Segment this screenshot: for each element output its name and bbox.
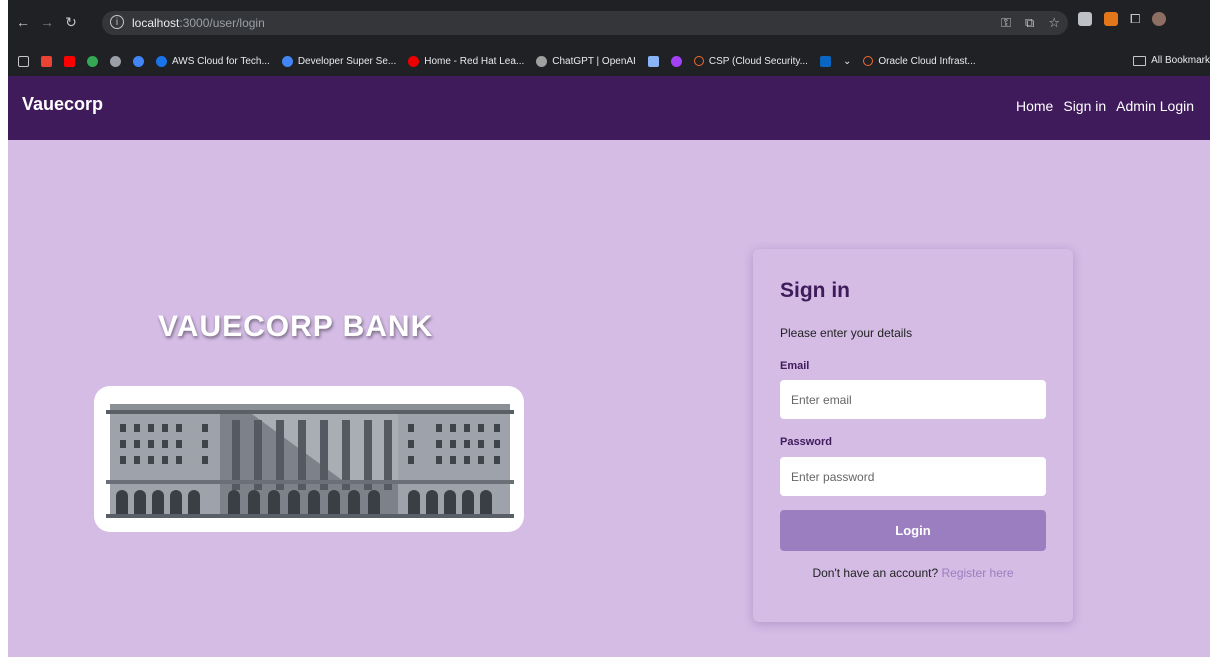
bookmark-developer[interactable]: Developer Super Se... [281,55,396,67]
key-icon[interactable]: ⚿ [1001,15,1011,31]
chevron-down-icon[interactable]: ⌄ [843,56,851,67]
avatar[interactable] [1152,12,1167,26]
brand-logo[interactable]: Vauecorp [22,94,103,115]
chrome-icon[interactable] [110,55,121,67]
browser-chrome: ← → ↻ i localhost:3000/user/login ⚿ ⧉ ☆ … [8,0,1210,76]
url-text: localhost:3000/user/login [132,16,265,30]
register-prompt: Don't have an account? Register here [753,566,1073,580]
nav-sign-in[interactable]: Sign in [1063,98,1106,114]
sign-in-card: Sign in Please enter your details Email … [753,249,1073,622]
apps-grid-icon[interactable] [18,55,29,67]
metamask-icon[interactable] [1104,12,1118,26]
password-label: Password [780,436,832,448]
all-bookmarks[interactable]: All Bookmark [1133,55,1210,66]
bookmark-chatgpt[interactable]: ChatGPT | OpenAI [536,55,636,67]
reload-icon[interactable]: ↻ [62,11,80,33]
c-icon[interactable] [133,55,144,67]
bookmark-redhat[interactable]: Home - Red Hat Lea... [408,55,524,67]
email-label: Email [780,360,810,372]
open-external-icon[interactable]: ⧉ [1025,15,1034,31]
puzzle-icon[interactable]: ⧠ [1130,11,1140,27]
star-icon[interactable]: ☆ [1048,15,1060,31]
login-button[interactable]: Login [780,510,1046,551]
forward-arrow-icon[interactable]: → [38,11,56,33]
extension-icon[interactable] [1078,12,1092,26]
bookmark-aws[interactable]: AWS Cloud for Tech... [156,55,270,67]
bank-building-illustration [94,386,524,532]
app-navbar: Vauecorp Home Sign in Admin Login [8,76,1210,140]
gmail-icon[interactable] [41,55,52,67]
nav-home[interactable]: Home [1016,98,1053,114]
password-field[interactable] [780,457,1046,496]
folder-icon [1133,55,1147,66]
register-link[interactable]: Register here [942,566,1014,580]
hero-title: VAUECORP BANK [158,310,434,343]
back-arrow-icon[interactable]: ← [14,11,32,33]
bookmark-icon[interactable] [670,55,682,67]
register-prompt-text: Don't have an account? [812,566,939,580]
linkedin-icon[interactable] [819,55,831,67]
bookmark-csp[interactable]: CSP (Cloud Security... [693,56,808,67]
email-field[interactable] [780,380,1046,419]
address-bar[interactable]: i localhost:3000/user/login ⚿ ⧉ ☆ [102,11,1068,35]
nav-admin-login[interactable]: Admin Login [1116,98,1194,114]
extensions-area: ⧠ [1078,11,1167,27]
form-subtitle: Please enter your details [780,326,913,340]
maps-icon[interactable] [87,55,98,67]
site-info-icon[interactable]: i [110,15,124,29]
bookmark-icon[interactable] [647,55,659,67]
main-content: VAUECORP BANK Sign in Please enter your … [8,140,1210,657]
form-title: Sign in [780,279,850,302]
nav-links: Home Sign in Admin Login [1016,98,1194,114]
youtube-icon[interactable] [64,55,75,67]
bookmark-oracle[interactable]: Oracle Cloud Infrast... [863,56,976,67]
bookmarks-bar: AWS Cloud for Tech... Developer Super Se… [8,46,1210,76]
